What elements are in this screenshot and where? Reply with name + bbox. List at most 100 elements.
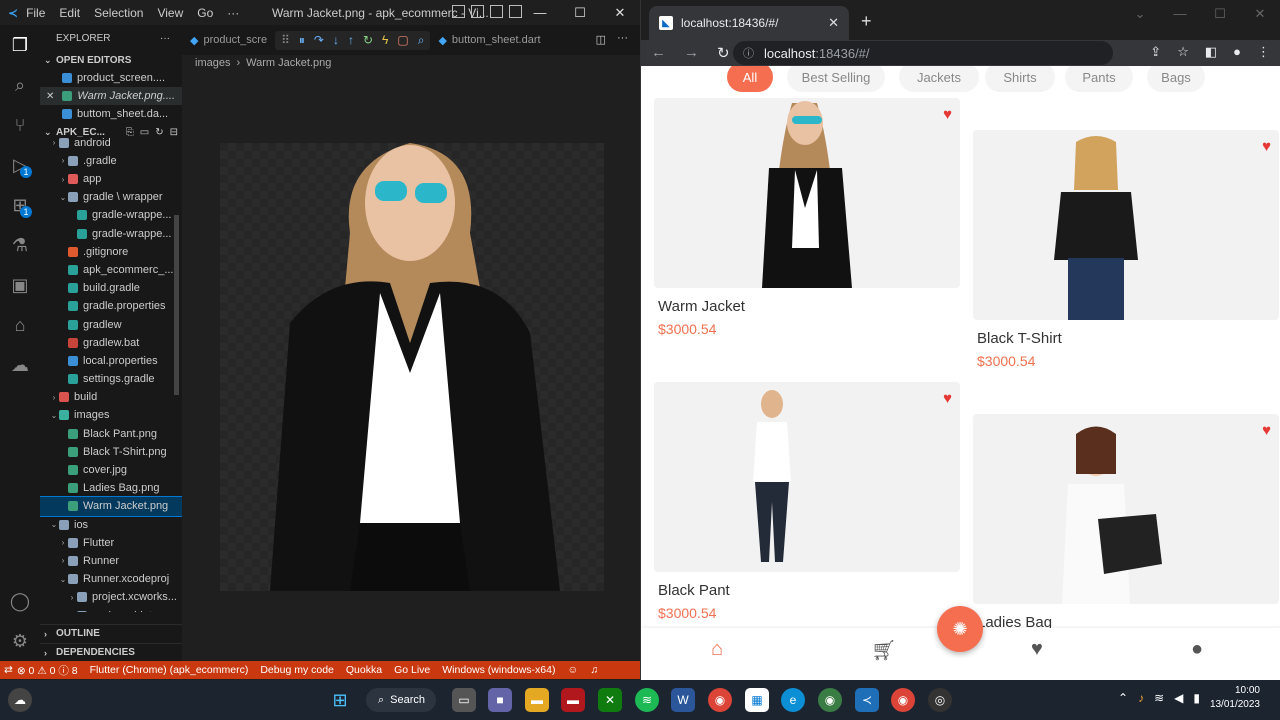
floating-action-button[interactable]: ✺ xyxy=(937,606,983,652)
drag-handle-icon[interactable]: ⠿ xyxy=(281,33,290,47)
open-editors-section[interactable]: ⌄ OPEN EDITORS xyxy=(40,51,182,69)
tree-file[interactable]: Black Pant.png xyxy=(40,425,182,443)
favorite-heart-icon[interactable]: ♥ xyxy=(943,390,952,407)
site-info-icon[interactable]: ⓘ xyxy=(743,45,754,61)
category-chip[interactable]: Bags xyxy=(1147,66,1205,92)
collapse-all-icon[interactable]: ⊟ xyxy=(170,127,178,138)
platform-status[interactable]: Windows (windows-x64) xyxy=(442,664,555,676)
chrome-dev-icon[interactable]: ◉ xyxy=(891,688,915,712)
flutter-device-status[interactable]: Flutter (Chrome) (apk_ecommerc) xyxy=(90,664,249,676)
xbox-icon[interactable]: ✕ xyxy=(598,688,622,712)
notifications-icon[interactable]: ♫ xyxy=(590,664,598,676)
address-bar[interactable]: ⓘ localhost:18436/#/ xyxy=(733,41,1113,65)
browser-tab[interactable]: ◣ localhost:18436/#/ ✕ xyxy=(649,6,849,40)
explorer-more-icon[interactable]: ··· xyxy=(160,33,170,44)
remote-explorer-icon[interactable]: ▣ xyxy=(0,265,40,305)
tree-file[interactable]: Black T-Shirt.png xyxy=(40,443,182,461)
maximize-icon[interactable]: ☐ xyxy=(560,0,600,25)
app-red-icon[interactable]: ▬ xyxy=(561,688,585,712)
tree-file[interactable]: build.gradle xyxy=(40,279,182,297)
tree-file[interactable]: .gitignore xyxy=(40,243,182,261)
android-icon[interactable]: ⌂ xyxy=(0,305,40,345)
side-panel-icon[interactable]: ◧ xyxy=(1205,44,1217,60)
toggle-panel-icon[interactable] xyxy=(471,5,484,18)
outline-section[interactable]: › OUTLINE xyxy=(40,624,182,642)
docker-icon[interactable]: ☁ xyxy=(0,345,40,385)
tab-search-icon[interactable]: ⌄ xyxy=(1120,0,1160,28)
edge-icon[interactable]: e xyxy=(781,688,805,712)
tree-file[interactable]: gradlew.bat xyxy=(40,334,182,352)
minimize-icon[interactable]: — xyxy=(1160,0,1200,28)
profile-icon[interactable]: ● xyxy=(1233,44,1241,60)
bookmark-star-icon[interactable]: ☆ xyxy=(1177,44,1189,60)
split-editor-icon[interactable]: ◫ xyxy=(596,33,606,46)
step-into-icon[interactable]: ↓ xyxy=(333,33,339,47)
hot-reload-icon[interactable]: ϟ xyxy=(382,33,388,47)
open-editor-item[interactable]: product_screen.... xyxy=(40,69,182,87)
menu-more[interactable]: ··· xyxy=(227,6,239,20)
tree-file[interactable]: gradle-wrappe... xyxy=(40,206,182,224)
stop-icon[interactable]: ▢ xyxy=(397,33,408,47)
tree-file[interactable]: Warm Jacket.png xyxy=(40,496,182,517)
cart-icon[interactable]: 🛒︎ xyxy=(871,638,896,663)
breadcrumb-folder[interactable]: images xyxy=(195,57,230,69)
new-file-icon[interactable]: ⎘ xyxy=(126,127,134,138)
chevron-up-icon[interactable]: ⌃ xyxy=(1118,691,1128,705)
feedback-icon[interactable]: ☺ xyxy=(567,664,578,676)
tree-folder[interactable]: › .gradle xyxy=(40,152,182,170)
forward-icon[interactable]: → xyxy=(684,44,699,62)
account-icon[interactable]: ◯ xyxy=(0,581,40,621)
menu-selection[interactable]: Selection xyxy=(94,6,143,20)
menu-edit[interactable]: Edit xyxy=(59,6,80,20)
chrome-profile-icon[interactable]: ◉ xyxy=(818,688,842,712)
favorite-heart-icon[interactable]: ♥ xyxy=(1262,138,1271,155)
heart-icon[interactable]: ♥ xyxy=(1031,638,1043,661)
tree-folder[interactable]: › project.xcworks... xyxy=(40,588,182,606)
quokka-status[interactable]: Quokka xyxy=(346,664,382,676)
go-live-status[interactable]: Go Live xyxy=(394,664,430,676)
tree-folder[interactable]: › Runner xyxy=(40,552,182,570)
search-icon[interactable]: ⌕ xyxy=(0,65,40,105)
menu-view[interactable]: View xyxy=(157,6,183,20)
back-icon[interactable]: ← xyxy=(651,44,666,62)
pause-icon[interactable]: ⏸ xyxy=(299,33,305,48)
favorite-heart-icon[interactable]: ♥ xyxy=(943,106,952,123)
chrome-menu-icon[interactable]: ⋮ xyxy=(1257,44,1270,60)
product-card[interactable]: ♥ Black Pant $3000.54 xyxy=(654,382,960,621)
menu-go[interactable]: Go xyxy=(197,6,213,20)
close-icon[interactable]: ✕ xyxy=(600,0,640,25)
tree-folder[interactable]: ⌄ Runner.xcodeproj xyxy=(40,570,182,588)
spotify-icon[interactable]: ≋ xyxy=(635,688,659,712)
favorite-heart-icon[interactable]: ♥ xyxy=(1262,422,1271,439)
category-chip[interactable]: Best Selling xyxy=(787,66,885,92)
step-over-icon[interactable]: ↷ xyxy=(314,33,324,47)
tree-folder[interactable]: ⌄ images xyxy=(40,406,182,424)
category-chip[interactable]: Pants xyxy=(1065,66,1133,92)
obs-icon[interactable]: ◎ xyxy=(928,688,952,712)
tree-file[interactable]: Ladies Bag.png xyxy=(40,479,182,497)
restart-icon[interactable]: ↻ xyxy=(363,33,373,47)
clock[interactable]: 10:00 13/01/2023 xyxy=(1210,684,1260,712)
tab-buttom-sheet[interactable]: ◆ buttom_sheet.dart xyxy=(430,25,548,55)
home-icon[interactable]: ⌂ xyxy=(711,638,723,661)
store-icon[interactable]: ▦ xyxy=(745,688,769,712)
extensions-icon[interactable]: ⊞ 1 xyxy=(0,185,40,225)
breadcrumb-file[interactable]: Warm Jacket.png xyxy=(246,57,331,69)
product-card[interactable]: ♥ Ladies Bag xyxy=(973,414,1279,637)
close-editor-icon[interactable]: ✕ xyxy=(46,91,54,102)
close-icon[interactable]: ✕ xyxy=(1240,0,1280,28)
tree-folder[interactable]: ⌄ gradle \ wrapper xyxy=(40,188,182,206)
word-icon[interactable]: W xyxy=(671,688,695,712)
tree-folder[interactable]: › build xyxy=(40,388,182,406)
tree-file[interactable]: cover.jpg xyxy=(40,461,182,479)
category-chip[interactable]: All xyxy=(727,66,773,92)
settings-gear-icon[interactable]: ⚙ xyxy=(0,621,40,661)
share-icon[interactable]: ⇪ xyxy=(1150,44,1161,60)
new-folder-icon[interactable]: ▭ xyxy=(140,127,149,138)
source-control-icon[interactable]: ⑂ xyxy=(0,105,40,145)
explorer-icon[interactable]: ❐ xyxy=(0,25,40,65)
volume-icon[interactable]: ◀ xyxy=(1174,691,1183,705)
product-card[interactable]: ♥ Warm Jacket $3000.54 xyxy=(654,98,960,337)
tree-folder[interactable]: ⌄ ios xyxy=(40,516,182,534)
battery-icon[interactable]: ▮ xyxy=(1193,691,1200,705)
